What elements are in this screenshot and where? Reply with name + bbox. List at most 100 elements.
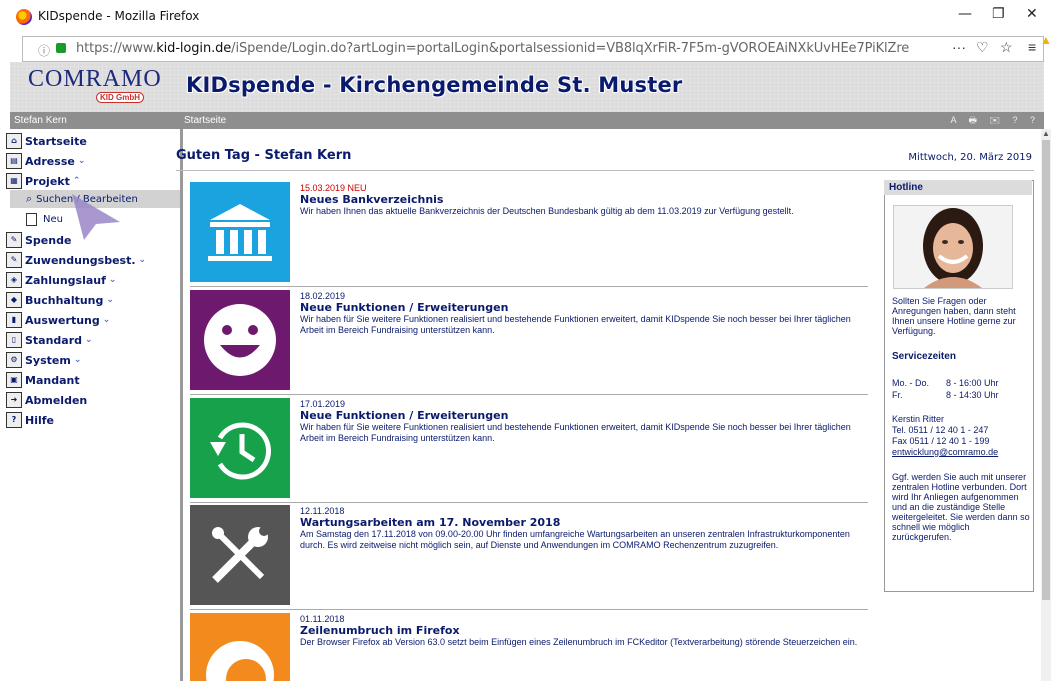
page-actions-icon[interactable]: ··· bbox=[952, 39, 966, 55]
warning-icon: ▲ bbox=[1040, 33, 1052, 47]
new-document-icon bbox=[26, 212, 37, 226]
smiley-icon bbox=[190, 290, 290, 390]
logout-icon: ➜ bbox=[6, 392, 22, 408]
breadcrumb-bar: Startseite A 🖶 ✉ ? ? bbox=[180, 112, 1044, 129]
sidebar-item-zahlungslauf[interactable]: ◈ Zahlungslauf ⌄ bbox=[6, 272, 116, 288]
scroll-thumb[interactable] bbox=[1042, 140, 1050, 600]
chevron-icon[interactable]: ⌄ bbox=[103, 315, 111, 325]
logo-subtitle: KID GmbH bbox=[96, 92, 144, 103]
hotline-intro: Sollten Sie Fragen oder Anregungen haben… bbox=[892, 296, 1016, 336]
hours-friday-time: 8 - 14:30 Uhr bbox=[946, 390, 999, 400]
donation-icon: ✎ bbox=[6, 232, 22, 248]
sidebar-item-label: Buchhaltung bbox=[25, 293, 104, 307]
sidebar-item-mandant[interactable]: ▣ Mandant bbox=[6, 372, 80, 388]
comramo-logo: COMRAMO bbox=[28, 66, 162, 92]
sidebar-item-adresse[interactable]: ▤ Adresse ⌄ bbox=[6, 153, 85, 169]
sidebar-item-label: Mandant bbox=[25, 373, 80, 387]
news-title[interactable]: Wartungsarbeiten am 17. November 2018 bbox=[300, 516, 560, 529]
chevron-icon[interactable]: ⌄ bbox=[139, 255, 147, 265]
news-body: Wir haben Ihnen das aktuelle Bankverzeic… bbox=[300, 206, 794, 216]
sidebar-item-label: Projekt bbox=[25, 174, 70, 188]
news-title[interactable]: Neues Bankverzeichnis bbox=[300, 193, 443, 206]
current-date: Mittwoch, 20. März 2019 bbox=[908, 152, 1032, 163]
news-body: Der Browser Firefox ab Version 63.0 setz… bbox=[300, 637, 858, 647]
bank-icon bbox=[190, 182, 290, 282]
chevron-icon[interactable]: ⌄ bbox=[109, 275, 117, 285]
sidebar-item-standard[interactable]: ▯ Standard ⌄ bbox=[6, 332, 93, 348]
binoculars-icon: ⌕ bbox=[26, 192, 33, 205]
greeting: Guten Tag - Stefan Kern bbox=[176, 148, 352, 163]
sidebar-item-zuwendungsbest[interactable]: ✎ Zuwendungsbest. ⌄ bbox=[6, 252, 146, 268]
hours-friday: Fr. bbox=[892, 390, 903, 400]
hours-weekdays: Mo. - Do. bbox=[892, 378, 930, 388]
news-date: 17.01.2019 bbox=[300, 399, 346, 409]
project-icon: ▦ bbox=[6, 173, 22, 189]
hours-weekdays-time: 8 - 16:00 Uhr bbox=[946, 378, 999, 388]
subitem-label: Neu bbox=[43, 213, 63, 225]
sidebar-item-projekt[interactable]: ▦ Projekt ⌃ bbox=[6, 173, 80, 189]
firefox-icon bbox=[16, 9, 32, 25]
pocket-icon[interactable]: ♡ bbox=[976, 39, 989, 56]
mouse-cursor-icon bbox=[72, 194, 120, 240]
news-title[interactable]: Neue Funktionen / Erweiterungen bbox=[300, 301, 508, 314]
hotline-heading: Hotline bbox=[884, 180, 1032, 195]
sidebar-item-hilfe[interactable]: ? Hilfe bbox=[6, 412, 54, 428]
contact-name: Kerstin Ritter bbox=[892, 414, 945, 424]
service-hours-heading: Servicezeiten bbox=[892, 351, 956, 362]
sidebar-item-spende[interactable]: ✎ Spende bbox=[6, 232, 71, 248]
hotline-note: Ggf. werden Sie auch mit unserer zentral… bbox=[892, 472, 1030, 542]
close-button[interactable]: ✕ bbox=[1026, 6, 1038, 22]
sidebar-item-auswertung[interactable]: ▮ Auswertung ⌄ bbox=[6, 312, 110, 328]
url-text[interactable]: https://www.kid-login.de/iSpende/Login.d… bbox=[76, 41, 909, 56]
app-title: KIDspende - Kirchengemeinde St. Muster bbox=[186, 73, 683, 97]
home-icon: ⌂ bbox=[6, 133, 22, 149]
standard-icon: ▯ bbox=[6, 332, 22, 348]
news-date: 18.02.2019 bbox=[300, 291, 346, 301]
news-date: 01.11.2018 bbox=[300, 614, 345, 624]
help-icon: ? bbox=[6, 412, 22, 428]
hotline-photo bbox=[893, 205, 1013, 289]
sidebar-item-buchhaltung[interactable]: ◆ Buchhaltung ⌄ bbox=[6, 292, 114, 308]
sidebar-item-startseite[interactable]: ⌂ Startseite bbox=[6, 133, 87, 149]
divider bbox=[176, 170, 1034, 171]
chart-icon: ▮ bbox=[6, 312, 22, 328]
lock-icon[interactable] bbox=[56, 43, 66, 53]
news-body: Am Samstag den 17.11.2018 von 09.00-20.0… bbox=[300, 529, 850, 550]
news-body: Wir haben für Sie weitere Funktionen rea… bbox=[300, 422, 851, 443]
restore-button[interactable]: ❐ bbox=[992, 6, 1005, 22]
sidebar-item-system[interactable]: ⚙ System ⌄ bbox=[6, 352, 81, 368]
window-title: KIDspende - Mozilla Firefox bbox=[38, 9, 200, 23]
chevron-icon[interactable]: ⌄ bbox=[74, 355, 82, 365]
sidebar-item-label: Hilfe bbox=[25, 413, 54, 427]
news-title[interactable]: Neue Funktionen / Erweiterungen bbox=[300, 409, 508, 422]
accounting-icon: ◆ bbox=[6, 292, 22, 308]
menu-icon[interactable]: ≡ bbox=[1028, 39, 1036, 55]
news-title[interactable]: Zeilenumbruch im Firefox bbox=[300, 624, 460, 637]
chevron-icon[interactable]: ⌄ bbox=[78, 156, 86, 166]
firefox-icon bbox=[190, 613, 290, 681]
scroll-up-icon[interactable]: ▲ bbox=[1041, 129, 1051, 138]
breadcrumb: Startseite bbox=[184, 115, 227, 126]
news-body: Wir haben für Sie weitere Funktionen rea… bbox=[300, 314, 851, 335]
history-clock-icon bbox=[190, 398, 290, 498]
client-icon: ▣ bbox=[6, 372, 22, 388]
system-icon: ⚙ bbox=[6, 352, 22, 368]
sidebar-item-label: Standard bbox=[25, 333, 83, 347]
sidebar-item-label: Zuwendungsbest. bbox=[25, 253, 136, 267]
minimize-button[interactable]: — bbox=[958, 6, 972, 22]
sidebar-item-label: Startseite bbox=[25, 134, 87, 148]
news-divider bbox=[190, 394, 868, 395]
info-icon[interactable]: ⓘ bbox=[38, 42, 50, 59]
certificate-icon: ✎ bbox=[6, 252, 22, 268]
toolbar-icons[interactable]: A 🖶 ✉ ? ? bbox=[950, 112, 1040, 129]
chevron-icon[interactable]: ⌄ bbox=[106, 295, 114, 305]
sidebar-item-abmelden[interactable]: ➜ Abmelden bbox=[6, 392, 87, 408]
contact-email-link[interactable]: entwicklung@comramo.de bbox=[892, 447, 1030, 457]
news-divider bbox=[190, 609, 868, 610]
chevron-icon[interactable]: ⌃ bbox=[73, 176, 81, 186]
sidebar-item-label: Zahlungslauf bbox=[25, 273, 106, 287]
sidebar-item-label: System bbox=[25, 353, 71, 367]
chevron-icon[interactable]: ⌄ bbox=[85, 335, 93, 345]
tools-icon bbox=[190, 505, 290, 605]
bookmark-star-icon[interactable]: ☆ bbox=[1000, 39, 1013, 56]
